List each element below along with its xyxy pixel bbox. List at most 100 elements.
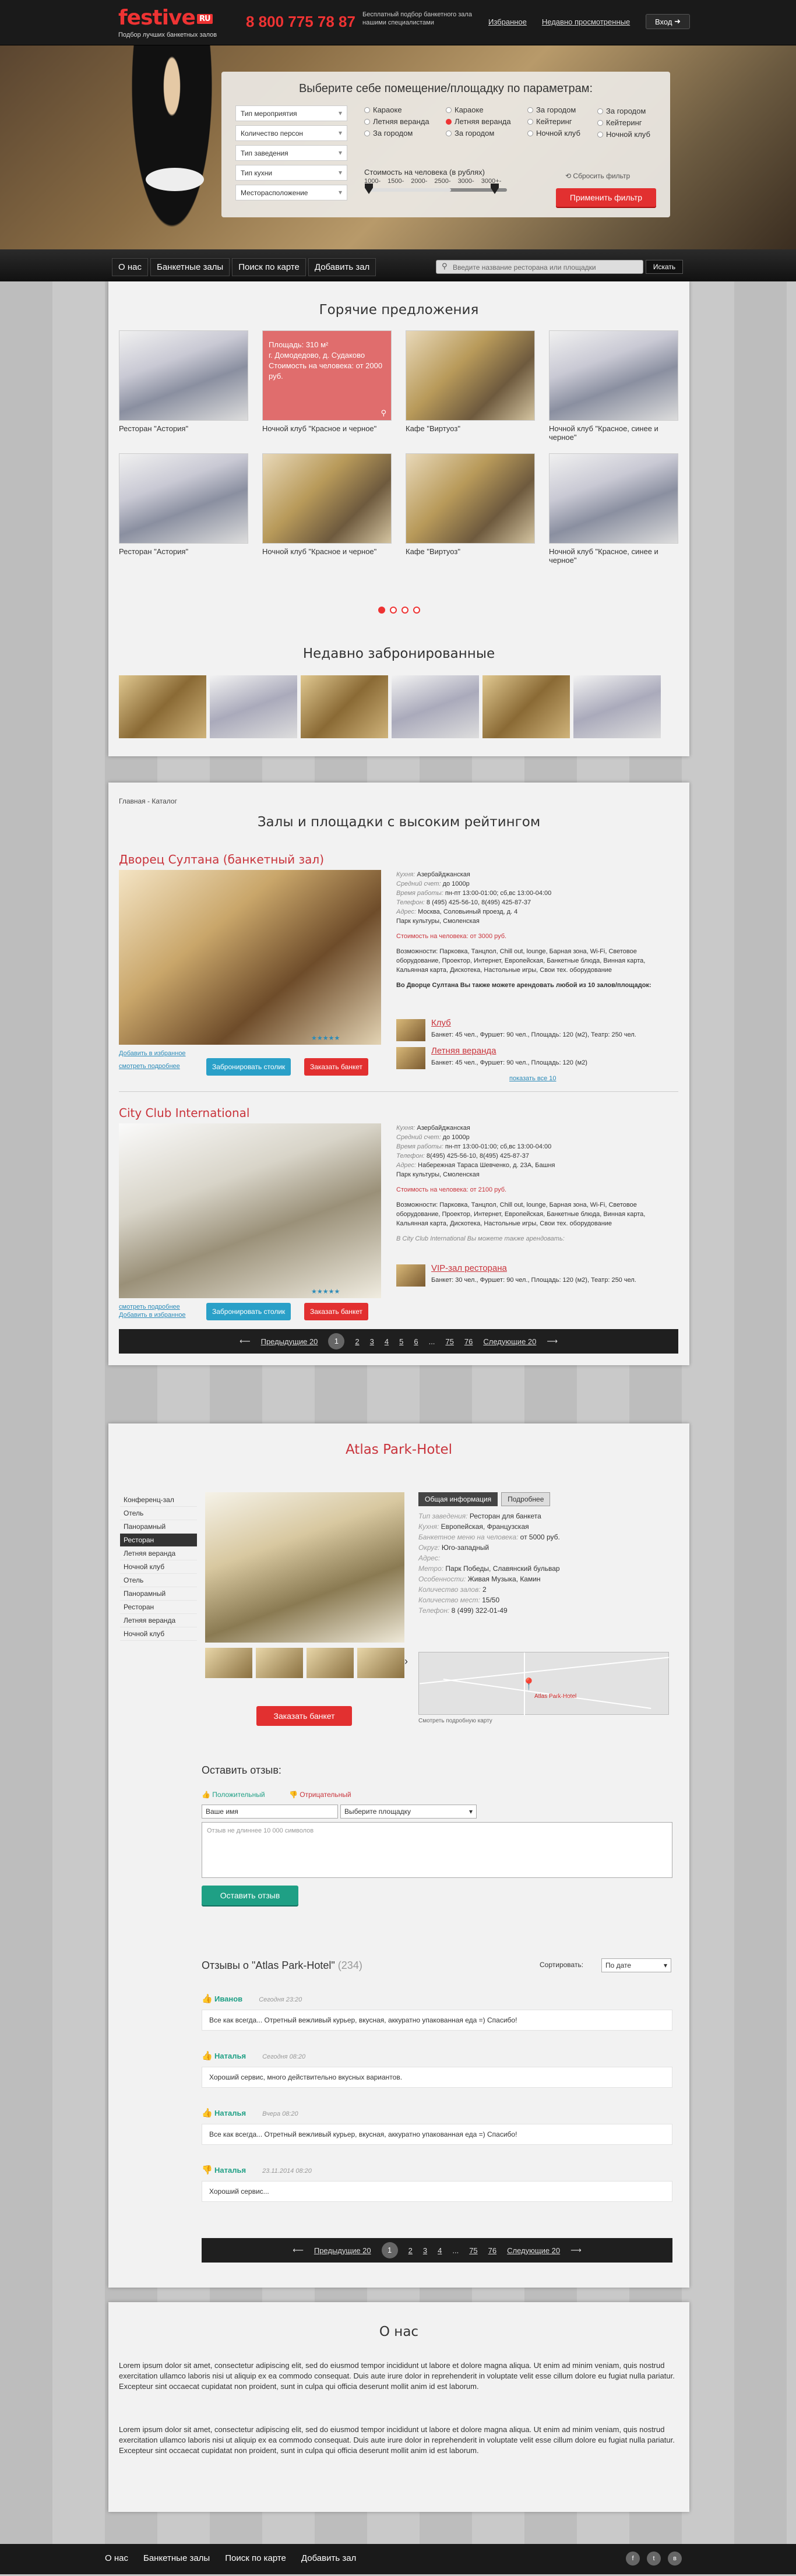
filter-option[interactable]: Кейтеринг [597,118,642,127]
next-photo-icon[interactable]: › [404,1655,408,1668]
tab-general-info[interactable]: Общая информация [418,1492,498,1506]
offer-card[interactable]: Площадь: 310 м² г. Домодедово, д. Судаков… [262,330,392,442]
search-input[interactable]: Введите название ресторана или площадки [436,260,643,274]
page-link[interactable]: 3 [370,1337,374,1346]
sub-hall[interactable]: Летняя веранда Банкет: 45 чел., Фуршет: … [396,1046,678,1072]
sort-select[interactable]: По дате ▾ [601,1958,671,1972]
page-link[interactable]: 4 [385,1337,389,1346]
favorite-link[interactable]: Добавить в избранное [119,1049,186,1058]
venue-type-select[interactable]: Тип заведения [235,145,347,161]
side-menu-item[interactable]: Летняя веранда [120,1547,197,1560]
offer-card[interactable]: Ресторан "Астория" [119,453,248,565]
listing-photo[interactable] [119,870,381,1045]
location-select[interactable]: Месторасположение [235,185,347,200]
cuisine-select[interactable]: Тип кухни [235,165,347,181]
next-page-link[interactable]: Следующие 20 [483,1337,536,1346]
event-type-select[interactable]: Тип мероприятия [235,105,347,121]
venue-select[interactable]: Выберите площадку ▾ [340,1805,477,1819]
venue-thumb[interactable] [307,1648,354,1678]
page-link[interactable]: 2 [355,1337,359,1346]
nav-about[interactable]: О нас [112,258,148,276]
filter-option[interactable]: Кейтеринг [527,117,572,126]
recent-link[interactable]: Недавно просмотренные [542,17,630,26]
carousel-dot[interactable] [389,607,397,614]
venue-main-photo[interactable] [205,1492,404,1643]
next-arrow-icon[interactable]: ⟶ [570,2246,582,2255]
sub-hall-name[interactable]: Летняя веранда [431,1046,496,1055]
listing-name[interactable]: City Club International [119,1106,678,1120]
favorites-link[interactable]: Избранное [488,17,527,26]
filter-option[interactable]: Ночной клуб [597,130,650,139]
review-text-input[interactable]: Отзыв не длиннее 10 000 символов [202,1822,672,1878]
prev-arrow-icon[interactable]: ⟵ [239,1337,251,1346]
venue-map[interactable]: 📍 Atlas Park-Hotel [418,1652,669,1715]
book-table-button[interactable]: Забронировать столик [206,1303,291,1320]
slider-handle-max[interactable] [491,184,499,194]
order-banquet-button[interactable]: Заказать банкет [304,1058,369,1076]
carousel-dot[interactable] [401,607,408,614]
next-page-link[interactable]: Следующие 20 [507,2246,560,2255]
recent-thumb[interactable] [482,675,570,738]
filter-option[interactable]: За городом [364,129,413,138]
footer-link-about[interactable]: О нас [105,2553,128,2563]
filter-option[interactable]: Ночной клуб [527,129,580,138]
venue-thumb[interactable] [357,1648,404,1678]
details-link[interactable]: смотреть подробнее [119,1303,180,1311]
recent-thumb[interactable] [573,675,661,738]
filter-option[interactable]: Караоке [446,105,484,114]
prev-arrow-icon[interactable]: ⟵ [293,2246,304,2255]
offer-card[interactable]: Ночной клуб "Красное, синее и черное" [549,330,678,442]
offer-card[interactable]: Ресторан "Астория" [119,330,248,442]
filter-option[interactable]: Летняя веранда [364,117,429,126]
listing-name[interactable]: Дворец Султана (банкетный зал) [119,852,678,866]
offer-card[interactable]: Кафе "Виртуоз" [406,330,535,442]
page-link[interactable]: 3 [423,2246,427,2255]
vk-icon[interactable]: в [668,2552,682,2566]
logo[interactable]: festive RU [118,6,213,30]
sub-hall[interactable]: VIP-зал ресторана Банкет: 30 чел., Фурше… [396,1264,678,1289]
sub-hall[interactable]: Клуб Банкет: 45 чел., Фуршет: 90 чел., П… [396,1019,678,1044]
carousel-dot[interactable] [413,607,420,614]
search-button[interactable]: Искать [646,260,683,274]
page-link[interactable]: 4 [438,2246,442,2255]
book-table-button[interactable]: Забронировать столик [206,1058,291,1076]
recent-thumb[interactable] [119,675,206,738]
filter-option[interactable]: За городом [597,107,646,115]
offer-card[interactable]: Ночной клуб "Красное, синее и черное" [549,453,678,565]
page-link[interactable]: 6 [414,1337,418,1346]
side-menu-item[interactable]: Конференц-зал [120,1493,197,1507]
page-link[interactable]: 5 [399,1337,403,1346]
side-menu-item[interactable]: Панорамный [120,1587,197,1601]
page-link[interactable]: 2 [408,2246,413,2255]
tab-more[interactable]: Подробнее [501,1492,551,1506]
footer-link-add[interactable]: Добавить зал [301,2553,356,2563]
price-slider[interactable] [365,184,507,194]
carousel-dot[interactable] [378,607,385,614]
page-link-current[interactable]: 1 [328,1333,345,1349]
recent-thumb[interactable] [392,675,479,738]
review-positive-option[interactable]: 👍 Положительный [202,1791,265,1799]
footer-link-halls[interactable]: Банкетные залы [143,2553,210,2563]
next-arrow-icon[interactable]: ⟶ [547,1337,558,1346]
venue-thumb[interactable] [205,1648,252,1678]
page-link[interactable]: 76 [464,1337,473,1346]
submit-review-button[interactable]: Оставить отзыв [202,1886,298,1905]
map-pin-icon[interactable]: 📍 [522,1677,536,1692]
filter-option[interactable]: За городом [527,105,576,114]
sub-hall-name[interactable]: VIP-зал ресторана [431,1264,507,1273]
prev-page-link[interactable]: Предыдущие 20 [261,1337,318,1346]
recent-thumb[interactable] [210,675,297,738]
facebook-icon[interactable]: f [626,2552,640,2566]
side-menu-item-active[interactable]: Ресторан [120,1534,197,1547]
recent-thumb[interactable] [301,675,388,738]
offer-card[interactable]: Кафе "Виртуоз" [406,453,535,565]
venue-thumb[interactable] [256,1648,303,1678]
side-menu-item[interactable]: Ночной клуб [120,1627,197,1641]
side-menu-item[interactable]: Летняя веранда [120,1614,197,1627]
side-menu-item[interactable]: Ночной клуб [120,1560,197,1574]
order-banquet-button[interactable]: Заказать банкет [256,1706,352,1726]
offer-card[interactable]: Ночной клуб "Красное и черное" [262,453,392,565]
sub-hall-name[interactable]: Клуб [431,1019,451,1027]
nav-add-hall[interactable]: Добавить зал [308,258,376,276]
favorite-link[interactable]: Добавить в избранное [119,1311,186,1319]
